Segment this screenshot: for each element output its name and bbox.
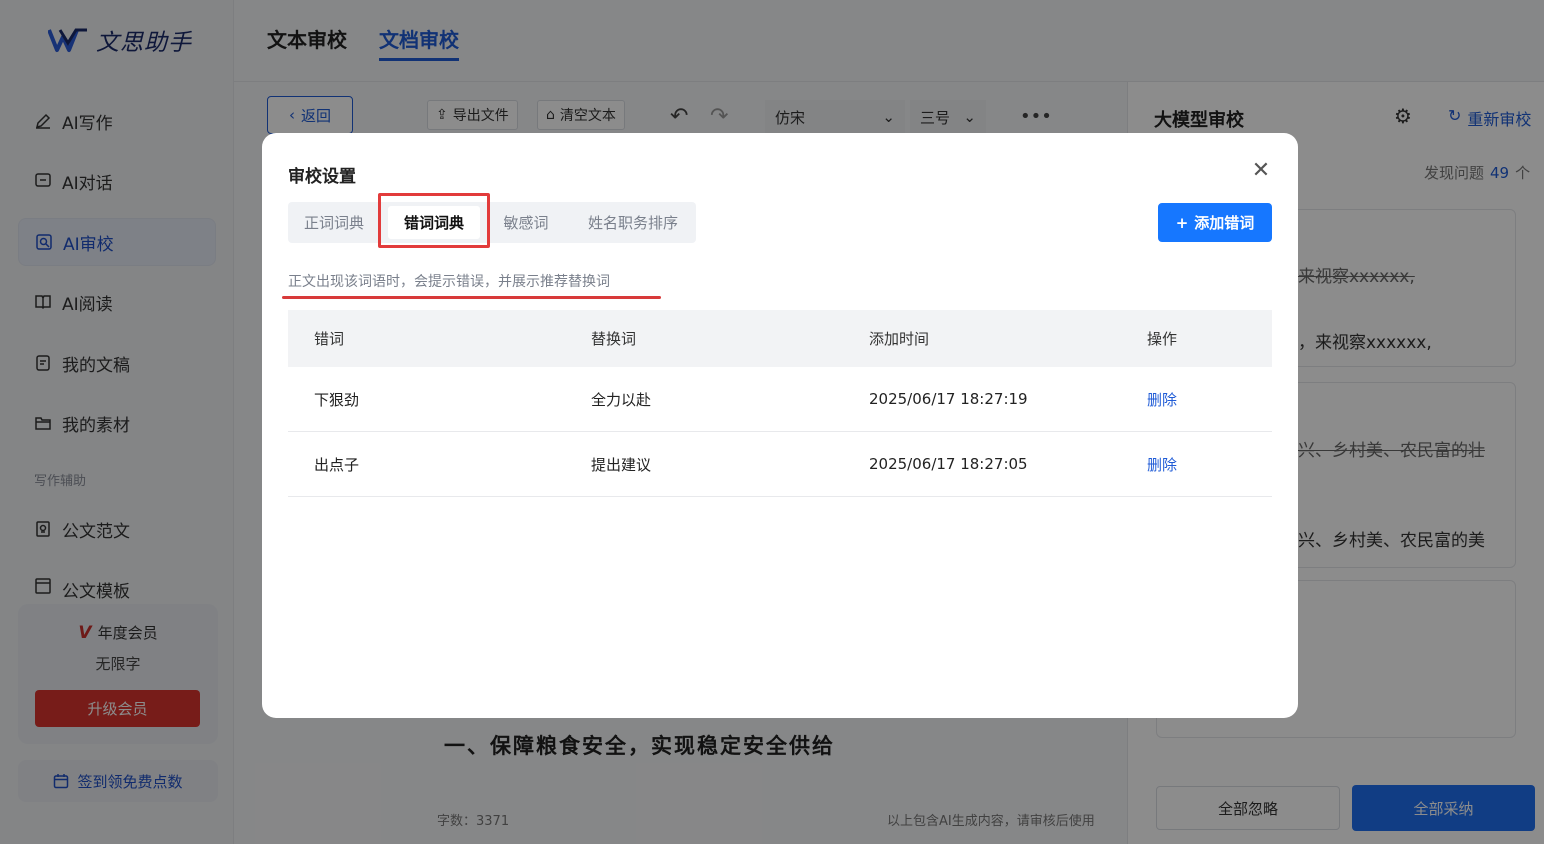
add-label: 添加错词 (1194, 214, 1255, 232)
add-wrong-word-button[interactable]: + 添加错词 (1158, 203, 1272, 242)
table-row: 出点子 提出建议 2025/06/17 18:27:05 删除 (288, 432, 1272, 497)
delete-link[interactable]: 删除 (1147, 432, 1177, 496)
highlight-annotation (378, 193, 490, 248)
column-header: 添加时间 (869, 330, 930, 348)
added-time-cell: 2025/06/17 18:27:05 (869, 455, 1028, 473)
column-header: 替换词 (591, 330, 637, 348)
table-header: 错词 替换词 添加时间 操作 (288, 310, 1272, 367)
added-time-cell: 2025/06/17 18:27:19 (869, 390, 1028, 408)
dictionary-hint: 正文出现该词语时，会提示错误，并展示推荐替换词 (288, 274, 610, 290)
replacement-cell: 提出建议 (591, 455, 652, 474)
plus-icon: + (1175, 213, 1189, 232)
table-row: 下狠劲 全力以赴 2025/06/17 18:27:19 删除 (288, 367, 1272, 432)
tab-name-title-order[interactable]: 姓名职务排序 (570, 202, 696, 243)
hint-underline-annotation (282, 296, 661, 299)
tab-sensitive-words[interactable]: 敏感词 (488, 202, 564, 243)
wrong-words-table: 错词 替换词 添加时间 操作 下狠劲 全力以赴 2025/06/17 18:27… (288, 310, 1272, 497)
tab-correct-dictionary[interactable]: 正词词典 (288, 202, 380, 243)
review-settings-modal: 审校设置 ✕ 正词词典 错词词典 敏感词 姓名职务排序 + 添加错词 正文出现该… (262, 133, 1298, 718)
column-header: 错词 (314, 330, 345, 348)
column-header: 操作 (1147, 330, 1178, 348)
dictionary-tabs: 正词词典 错词词典 敏感词 姓名职务排序 (288, 202, 696, 243)
wrong-word-cell: 出点子 (314, 455, 360, 474)
wrong-word-cell: 下狠劲 (314, 390, 360, 409)
delete-link[interactable]: 删除 (1147, 367, 1177, 431)
close-icon[interactable]: ✕ (1250, 160, 1272, 182)
modal-title: 审校设置 (288, 167, 356, 187)
replacement-cell: 全力以赴 (591, 390, 652, 409)
